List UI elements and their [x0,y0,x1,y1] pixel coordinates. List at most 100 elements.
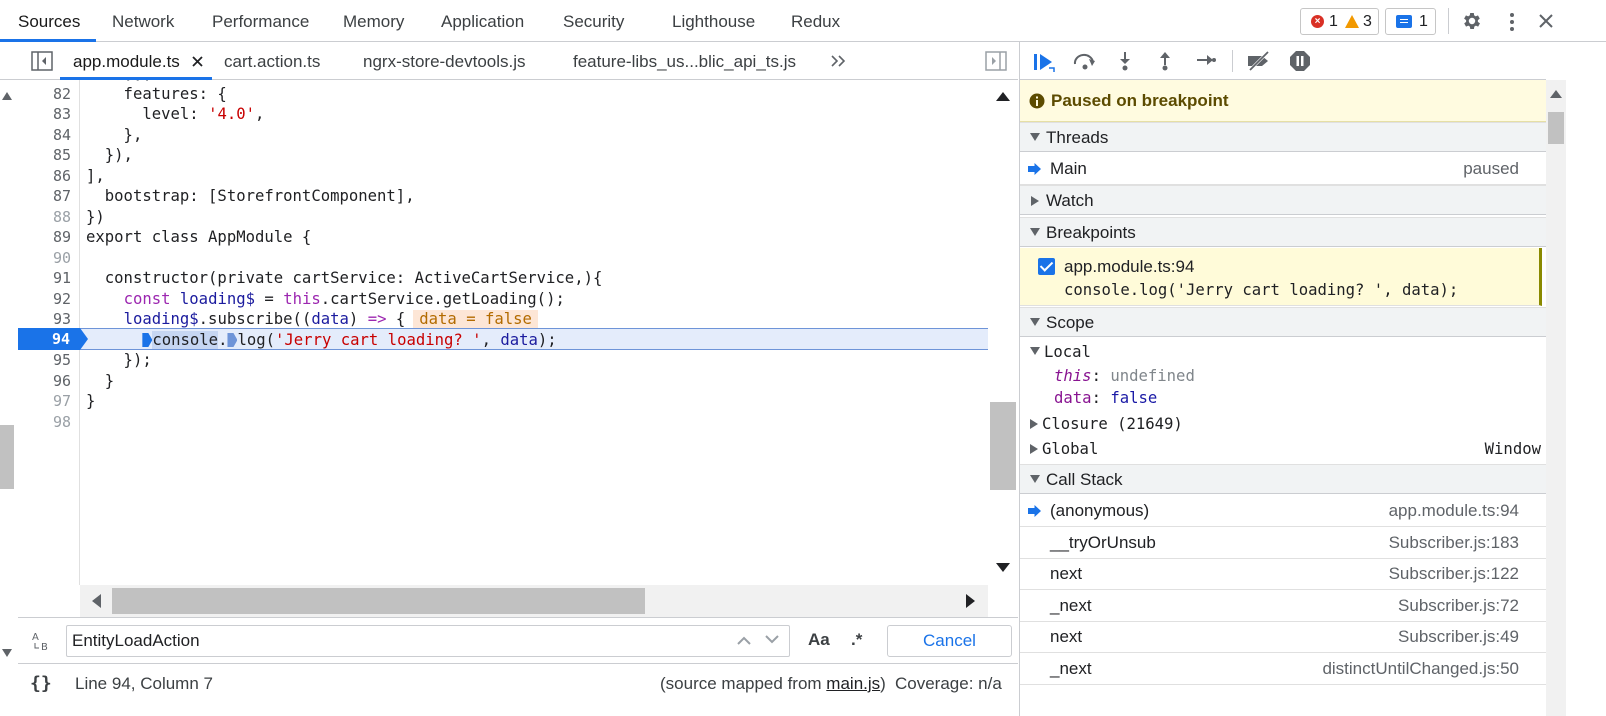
line-number[interactable]: 89 [31,227,71,247]
breakpoint-checkbox[interactable] [1038,258,1055,275]
step-over-icon[interactable] [1072,51,1098,71]
scrollbar-thumb[interactable] [1548,112,1564,144]
pause-on-exceptions-icon[interactable] [1289,50,1311,72]
pretty-print-icon[interactable]: {} [30,673,52,694]
line-number[interactable]: 91 [31,268,71,288]
tab-sources[interactable]: Sources [18,0,80,42]
tab-application[interactable]: Application [441,0,524,42]
toggle-navigator-icon[interactable] [31,51,53,71]
call-frame[interactable]: _next distinctUntilChanged.js:50 [1020,653,1546,685]
scroll-up-arrow-icon[interactable] [1550,90,1562,98]
chevron-up-icon[interactable] [736,635,752,645]
line-number[interactable]: 96 [31,371,71,391]
breakpoint-marker-line-94[interactable]: 94 [18,328,88,350]
call-frame[interactable]: (anonymous) app.module.ts:94 [1020,495,1546,527]
source-map-info: (source mapped from main.js) [660,674,886,694]
line-number[interactable]: 98 [31,412,71,432]
scrollbar-thumb[interactable] [990,402,1016,490]
tab-network[interactable]: Network [112,0,174,42]
scroll-down-arrow-icon[interactable] [996,563,1010,572]
scroll-left-arrow-icon[interactable] [92,594,101,608]
toggle-debugger-icon[interactable] [985,51,1007,71]
replace-toggle-icon[interactable]: A B [30,629,54,653]
tab-performance[interactable]: Performance [212,0,309,42]
deactivate-breakpoints-icon[interactable] [1246,50,1272,72]
code-editor[interactable]: 82 83 84 85 86 87 88 89 90 91 92 93 95 9… [18,80,988,585]
scroll-right-arrow-icon[interactable] [966,594,975,608]
frame-location[interactable]: Subscriber.js:183 [1389,527,1519,559]
tab-security[interactable]: Security [563,0,624,42]
line-number[interactable]: 97 [31,391,71,411]
scrollbar-thumb[interactable] [112,588,645,614]
cancel-button[interactable]: Cancel [887,625,1012,657]
step-icon[interactable] [1195,52,1217,68]
line-number[interactable]: 86 [31,166,71,186]
call-frame[interactable]: next Subscriber.js:122 [1020,558,1546,590]
watch-section-header[interactable]: Watch [1020,185,1546,215]
call-frame[interactable]: next Subscriber.js:49 [1020,621,1546,653]
editor-vertical-scrollbar[interactable] [988,80,1018,585]
local-scope-node[interactable]: Local [1028,343,1091,361]
inline-breakpoint-hollow-icon[interactable] [227,333,238,347]
close-tab-icon[interactable] [191,55,204,68]
more-tabs-chevron-icon[interactable] [830,54,846,68]
scroll-down-arrow-icon[interactable] [2,649,12,657]
frame-function: _next [1050,596,1092,615]
var-value: undefined [1110,367,1195,385]
resume-icon[interactable] [1032,51,1056,73]
line-number[interactable]: 83 [31,104,71,124]
call-frame[interactable]: __tryOrUnsub Subscriber.js:183 [1020,527,1546,559]
global-scope-node[interactable]: Global [1028,440,1098,458]
frame-location[interactable]: Subscriber.js:122 [1389,558,1519,590]
scroll-up-arrow-icon[interactable] [996,92,1010,101]
tab-redux[interactable]: Redux [791,0,840,42]
callstack-section-header[interactable]: Call Stack [1020,464,1546,494]
closure-scope-node[interactable]: Closure (21649) [1028,415,1183,433]
line-number[interactable]: 93 [31,309,71,329]
file-tab-cart-action[interactable]: cart.action.ts [224,42,320,80]
step-into-icon[interactable] [1118,50,1132,72]
search-input[interactable] [66,625,790,657]
line-number[interactable]: 90 [31,248,71,268]
tab-memory[interactable]: Memory [343,0,404,42]
chevron-down-icon[interactable] [764,635,780,645]
line-number[interactable]: 82 [31,84,71,104]
frame-location[interactable]: distinctUntilChanged.js:50 [1322,653,1519,685]
regex-toggle[interactable]: .* [851,630,862,650]
source-map-link[interactable]: main.js [826,674,880,693]
editor-horizontal-scrollbar[interactable] [80,585,988,617]
call-frame[interactable]: _next Subscriber.js:72 [1020,590,1546,622]
left-scrollbar-thumb[interactable] [0,425,14,489]
file-tab-ngrx-devtools[interactable]: ngrx-store-devtools.js [363,42,526,80]
scope-var-data[interactable]: data: false [1054,389,1157,407]
more-vertical-icon[interactable] [1505,11,1519,33]
tab-lighthouse[interactable]: Lighthouse [672,0,755,42]
scroll-up-arrow-icon[interactable] [2,92,12,100]
step-out-icon[interactable] [1158,50,1172,72]
line-number[interactable]: 92 [31,289,71,309]
scope-section-header[interactable]: Scope [1020,307,1546,337]
frame-location[interactable]: Subscriber.js:72 [1398,590,1519,622]
issues-badge[interactable]: × 1 3 [1300,8,1379,35]
messages-badge[interactable]: 1 [1385,8,1436,35]
thread-state: paused [1463,159,1519,178]
close-icon[interactable] [1537,12,1555,30]
scope-var-this[interactable]: this: undefined [1054,367,1195,385]
sidebar-scrollbar[interactable] [1546,80,1566,716]
match-case-toggle[interactable]: Aa [808,630,830,650]
inline-breakpoint-icon[interactable] [142,333,153,347]
line-number[interactable]: 84 [31,125,71,145]
frame-location[interactable]: Subscriber.js:49 [1398,621,1519,653]
thread-row[interactable]: Main paused [1020,153,1546,185]
frame-location[interactable]: app.module.ts:94 [1389,495,1519,527]
line-number[interactable]: 85 [31,145,71,165]
file-tab-app-module[interactable]: app.module.ts [73,42,180,80]
breakpoints-section-header[interactable]: Breakpoints [1020,217,1546,247]
breakpoint-item[interactable]: app.module.ts:94 console.log('Jerry cart… [1020,248,1542,306]
line-number[interactable]: 88 [31,207,71,227]
threads-section-header[interactable]: Threads [1020,122,1546,152]
line-number[interactable]: 95 [31,350,71,370]
line-number[interactable]: 87 [31,186,71,206]
file-tab-feature-libs[interactable]: feature-libs_us...blic_api_ts.js [573,42,796,80]
gear-icon[interactable] [1461,10,1483,32]
